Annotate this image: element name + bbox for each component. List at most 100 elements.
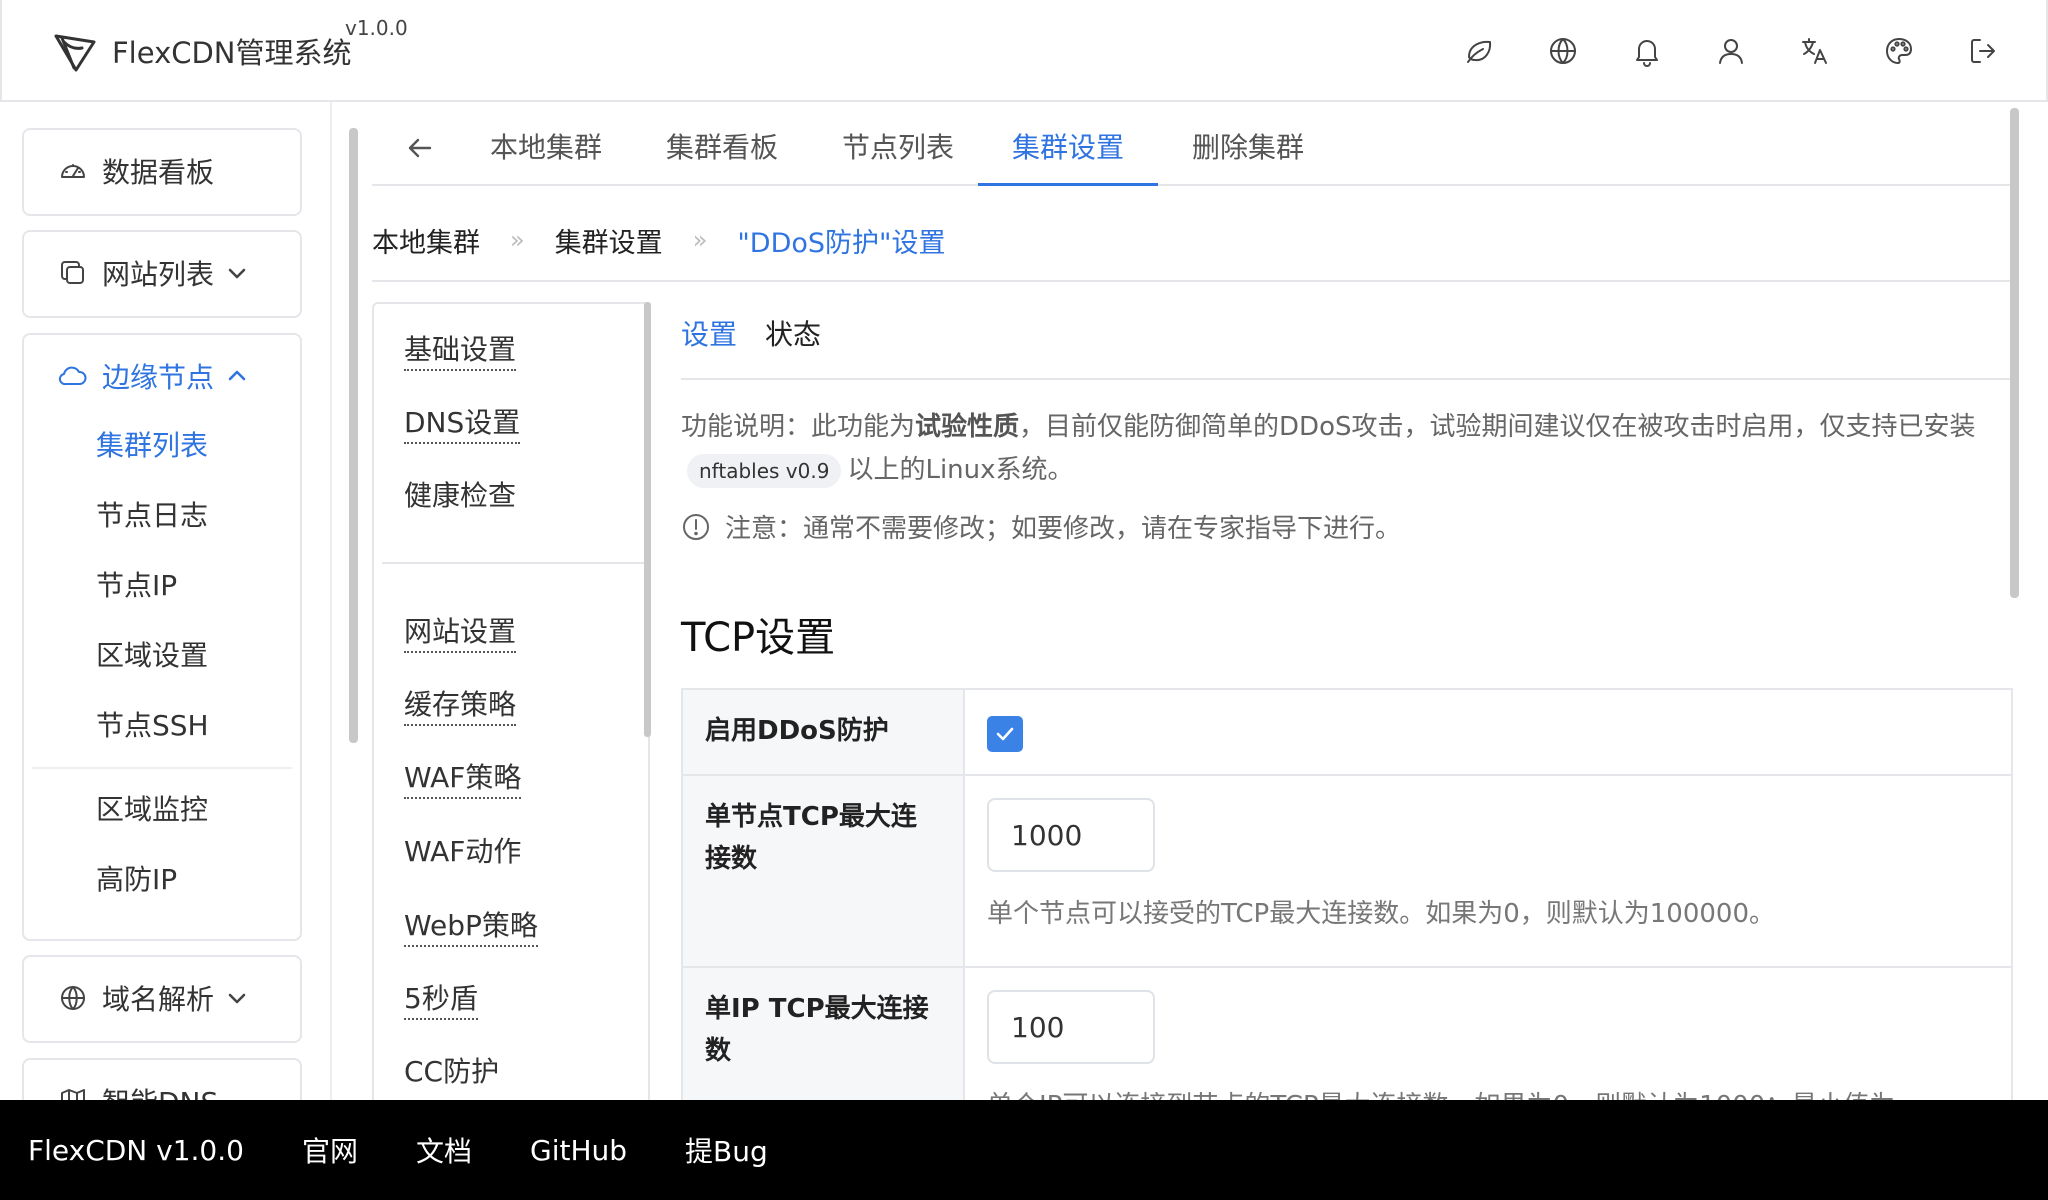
description-bold: 试验性质 — [915, 412, 1020, 442]
sidebar-item-label: 数据看板 — [102, 156, 215, 189]
menu-item-waf-action[interactable]: WAF动作 — [404, 830, 521, 870]
bell-icon[interactable] — [1624, 28, 1670, 74]
palette-icon[interactable] — [1876, 28, 1922, 74]
copy-icon — [61, 261, 84, 284]
globe-icon — [61, 986, 85, 1010]
description-text: 功能说明：此功能为 — [681, 412, 916, 442]
leaf-icon[interactable] — [1456, 28, 1502, 74]
translate-icon[interactable] — [1792, 28, 1838, 74]
menu-item-basic-settings[interactable]: 基础设置 — [404, 328, 517, 371]
footer-version[interactable]: FlexCDN v1.0.0 — [28, 1134, 244, 1167]
settings-menu: 基础设置 DNS设置 健康检查 网站设置 缓存策略 WAF策略 WAF动作 We… — [372, 302, 650, 1102]
sidebar-item-ddos-ip[interactable]: 高防IP — [24, 845, 300, 915]
sidebar-sites-card: 网站列表 — [22, 230, 302, 318]
app-version: v1.0.0 — [345, 16, 408, 40]
menu-divider — [382, 562, 644, 564]
globe-icon[interactable] — [1540, 28, 1586, 74]
info-circle-icon — [683, 513, 709, 540]
sidebar-separator — [330, 102, 332, 1100]
menu-item-label: 健康检查 — [404, 479, 517, 512]
back-arrow-icon[interactable] — [404, 132, 438, 166]
content-scrollbar[interactable] — [2010, 108, 2019, 598]
tcp-max-label: 单节点TCP最大连接数 — [683, 776, 965, 966]
menu-item-waf-policy[interactable]: WAF策略 — [404, 756, 522, 799]
sidebar-item-sites[interactable]: 网站列表 — [24, 232, 300, 314]
footer-github-link[interactable]: GitHub — [530, 1134, 627, 1167]
menu-item-health-check[interactable]: 健康检查 — [404, 474, 516, 514]
breadcrumb-separator: » — [692, 226, 708, 254]
sidebar-dns-card: 域名解析 — [22, 955, 302, 1043]
tab-local-cluster[interactable]: 本地集群 — [490, 118, 602, 186]
cloud-icon — [58, 366, 87, 386]
sidebar-scrollbar[interactable] — [349, 128, 358, 743]
tab-cluster-dashboard[interactable]: 集群看板 — [666, 118, 778, 186]
user-icon[interactable] — [1708, 28, 1754, 74]
top-header: FlexCDN管理系统 v1.0.0 — [0, 0, 2048, 102]
menu-item-dns-settings[interactable]: DNS设置 — [404, 401, 521, 444]
footer-bug-link[interactable]: 提Bug — [685, 1130, 768, 1170]
menu-item-label: 缓存策略 — [404, 688, 517, 726]
sidebar-item-dashboard[interactable]: 数据看板 — [24, 130, 300, 212]
sidebar-item-label: 域名解析 — [102, 983, 215, 1016]
description-text: 以上的Linux系统。 — [847, 455, 1074, 485]
description-text: ，目前仅能防御简单的DDoS攻击，试验期间建议仅在被攻击时启用，仅支持已安装 — [1019, 412, 1976, 442]
settings-menu-scrollbar[interactable] — [644, 302, 651, 737]
footer: FlexCDN v1.0.0 官网 文档 GitHub 提Bug — [0, 1100, 2048, 1200]
menu-item-5s-shield[interactable]: 5秒盾 — [404, 977, 478, 1020]
tab-delete-cluster[interactable]: 删除集群 — [1192, 118, 1304, 186]
chevron-up-icon — [228, 370, 246, 381]
footer-docs-link[interactable]: 文档 — [416, 1130, 472, 1170]
chevron-down-icon — [228, 268, 246, 279]
breadcrumb-local-cluster[interactable]: 本地集群 — [372, 221, 480, 260]
menu-item-cc-protection[interactable]: CC防护 — [404, 1050, 499, 1090]
menu-item-label: 网站设置 — [404, 615, 517, 653]
sidebar-dashboard-card: 数据看板 — [22, 128, 302, 216]
tab-settings[interactable]: 设置 — [681, 310, 737, 360]
cluster-tabs: 本地集群 集群看板 节点列表 集群设置 删除集群 — [372, 118, 2012, 186]
breadcrumb: 本地集群 » 集群设置 » "DDoS防护"设置 — [372, 214, 945, 266]
menu-item-site-settings[interactable]: 网站设置 — [404, 610, 517, 653]
sidebar-item-region-monitor[interactable]: 区域监控 — [24, 775, 300, 845]
menu-item-label: WebP策略 — [404, 909, 538, 947]
enable-ddos-checkbox[interactable] — [987, 716, 1023, 752]
sidebar-item-node-log[interactable]: 节点日志 — [24, 481, 300, 551]
section-title: TCP设置 — [681, 615, 836, 661]
menu-item-label: WAF动作 — [404, 835, 522, 868]
sidebar-item-edge-nodes[interactable]: 边缘节点 — [24, 335, 300, 417]
sidebar-divider — [32, 767, 292, 769]
app-name[interactable]: FlexCDN管理系统 — [112, 30, 352, 72]
sidebar-item-dns[interactable]: 域名解析 — [24, 957, 300, 1039]
menu-item-label: DNS设置 — [404, 406, 521, 444]
menu-item-webp-policy[interactable]: WebP策略 — [404, 904, 538, 947]
warning-note: 注意：通常不需要修改；如要修改，请在专家指导下进行。 — [681, 508, 1401, 545]
enable-ddos-label: 启用DDoS防护 — [683, 690, 965, 774]
tab-status[interactable]: 状态 — [765, 310, 821, 360]
note-text: 注意：通常不需要修改；如要修改，请在专家指导下进行。 — [725, 514, 1402, 544]
tcp-max-help: 单个节点可以接受的TCP最大连接数。如果为0，则默认为100000。 — [987, 899, 1775, 929]
footer-website-link[interactable]: 官网 — [302, 1130, 358, 1170]
breadcrumb-cluster-settings[interactable]: 集群设置 — [555, 221, 663, 260]
table-row: 启用DDoS防护 — [683, 690, 2011, 776]
logout-icon[interactable] — [1960, 28, 2006, 74]
menu-item-cache-policy[interactable]: 缓存策略 — [404, 683, 517, 726]
tcp-max-input[interactable] — [987, 798, 1155, 872]
ip-tcp-max-input[interactable] — [987, 990, 1155, 1064]
feature-description: 功能说明：此功能为试验性质，目前仅能防御简单的DDoS攻击，试验期间建议仅在被攻… — [681, 406, 2021, 492]
menu-item-label: 基础设置 — [404, 333, 517, 371]
gauge-icon — [61, 164, 85, 178]
breadcrumb-ddos-settings[interactable]: "DDoS防护"设置 — [737, 221, 945, 260]
menu-item-label: 5秒盾 — [404, 982, 478, 1020]
sidebar-item-node-ip[interactable]: 节点IP — [24, 551, 300, 621]
sidebar-item-region-settings[interactable]: 区域设置 — [24, 621, 300, 691]
tab-node-list[interactable]: 节点列表 — [842, 118, 954, 186]
sidebar-edge-card: 边缘节点 集群列表 节点日志 节点IP 区域设置 节点SSH 区域监控 高防IP — [22, 333, 302, 941]
sub-tabs: 设置 状态 — [681, 310, 2011, 380]
sidebar-item-label: 边缘节点 — [102, 361, 215, 394]
sidebar-item-cluster-list[interactable]: 集群列表 — [24, 411, 300, 481]
breadcrumb-divider — [372, 280, 2012, 282]
check-icon — [996, 727, 1014, 741]
logo-icon[interactable] — [52, 28, 98, 74]
sidebar-item-node-ssh[interactable]: 节点SSH — [24, 691, 300, 761]
tab-cluster-settings[interactable]: 集群设置 — [978, 118, 1158, 186]
menu-item-label: WAF策略 — [404, 761, 522, 799]
